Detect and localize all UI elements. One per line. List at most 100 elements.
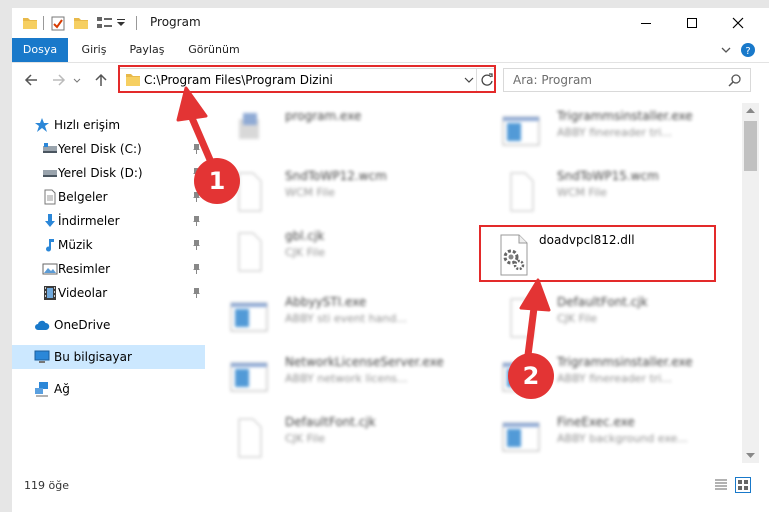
file-type: ABBY background exe...	[557, 432, 688, 445]
sidebar-item-downloads[interactable]: İndirmeler	[12, 209, 205, 233]
app-window-icon	[502, 422, 540, 452]
sidebar-item-label: Bu bilgisayar	[54, 350, 132, 364]
file-type: CJK File	[285, 432, 326, 445]
file-type: CJK File	[557, 312, 598, 325]
file-name: FineExec.exe	[557, 415, 635, 429]
file-item[interactable]: DefaultFont.cjk CJK File	[489, 289, 729, 345]
svg-text:?: ?	[745, 46, 750, 57]
tab-view[interactable]: Görünüm	[184, 38, 244, 62]
details-view-icon[interactable]	[714, 478, 728, 492]
address-bar-highlight	[118, 65, 496, 93]
up-arrow-icon[interactable]	[92, 71, 110, 89]
file-type: ABBY finereader tri...	[557, 372, 672, 385]
navigation-pane: Hızlı erişim Yerel Disk (C:) Yerel Disk …	[12, 103, 207, 463]
chevron-down-icon[interactable]	[72, 71, 82, 89]
sidebar-item-network[interactable]: Ağ	[12, 377, 205, 401]
minimize-button[interactable]	[623, 8, 669, 38]
file-item[interactable]: Trigrammsinstaller.exe ABBY finereader t…	[489, 103, 729, 159]
file-item[interactable]: NetworkLicenseServer.exe ABBY network li…	[217, 349, 457, 405]
sidebar-item-disk-c[interactable]: Yerel Disk (C:)	[12, 137, 205, 161]
blank-file-icon	[510, 298, 534, 338]
forward-arrow-icon[interactable]	[50, 71, 68, 89]
properties-icon[interactable]	[50, 14, 66, 32]
maximize-button[interactable]	[669, 8, 715, 38]
pin-icon[interactable]	[192, 216, 201, 226]
sidebar-item-onedrive[interactable]: OneDrive	[12, 313, 205, 337]
view-options-icon[interactable]	[96, 14, 114, 32]
sidebar-item-label: Belgeler	[58, 190, 108, 204]
file-name: DefaultFont.cjk	[285, 415, 376, 429]
network-icon	[35, 382, 48, 397]
file-item[interactable]: gbl.cjk CJK File	[217, 223, 457, 279]
chevron-down-icon[interactable]	[116, 14, 126, 32]
app-window-icon	[230, 302, 268, 332]
file-item[interactable]: SndToWP12.wcm WCM File	[217, 163, 457, 219]
videos-icon	[44, 286, 56, 300]
drive-icon	[43, 170, 57, 177]
pin-icon[interactable]	[192, 288, 201, 298]
file-name: Trigrammsinstaller.exe	[557, 109, 693, 123]
app-window-icon	[502, 116, 540, 146]
tab-file[interactable]: Dosya	[12, 38, 68, 62]
sidebar-item-label: Ağ	[54, 382, 70, 396]
chevron-down-icon[interactable]	[720, 44, 732, 56]
sidebar-item-label: Resimler	[58, 262, 111, 276]
pin-icon[interactable]	[192, 240, 201, 250]
file-type: ABBY sti event hand...	[285, 312, 407, 325]
search-placeholder: Ara: Program	[513, 73, 592, 87]
file-item[interactable]: SndToWP15.wcm WCM File	[489, 163, 729, 219]
help-icon[interactable]: ?	[740, 42, 756, 58]
sidebar-item-videos[interactable]: Videolar	[12, 281, 205, 305]
sidebar-item-this-pc[interactable]: Bu bilgisayar	[12, 345, 205, 369]
sidebar-item-music[interactable]: Müzik	[12, 233, 205, 257]
sidebar-item-pictures[interactable]: Resimler	[12, 257, 205, 281]
explorer-window: Program Dosya Giriş Paylaş Görünüm ? C:\…	[12, 8, 769, 512]
sidebar-item-label: İndirmeler	[58, 214, 120, 228]
vertical-scrollbar[interactable]	[742, 103, 759, 463]
large-icons-view-icon[interactable]	[735, 477, 751, 493]
file-item[interactable]: AbbyySTI.exe ABBY sti event hand...	[217, 289, 457, 345]
new-folder-icon[interactable]	[73, 14, 89, 32]
downloads-icon	[45, 214, 55, 227]
star-icon	[35, 118, 49, 132]
window-title: Program	[150, 15, 201, 29]
drive-icon	[43, 143, 57, 153]
file-name: gbl.cjk	[285, 229, 325, 243]
file-type: ABBY network licens...	[285, 372, 408, 385]
blank-file-icon	[238, 418, 262, 458]
separator	[43, 16, 44, 30]
pictures-icon	[42, 263, 58, 275]
file-name: NetworkLicenseServer.exe	[285, 355, 444, 369]
tab-home[interactable]: Giriş	[74, 38, 114, 62]
tab-share[interactable]: Paylaş	[124, 38, 170, 62]
close-icon	[732, 17, 744, 29]
sidebar-item-documents[interactable]: Belgeler	[12, 185, 205, 209]
pin-icon[interactable]	[192, 264, 201, 274]
search-icon[interactable]	[728, 73, 742, 87]
documents-icon	[44, 189, 56, 205]
blank-file-icon	[510, 172, 534, 212]
file-item[interactable]: FineExec.exe ABBY background exe...	[489, 409, 729, 463]
sidebar-item-label: OneDrive	[54, 318, 111, 332]
file-type: ABBY finereader tri...	[557, 126, 672, 139]
scroll-down-icon[interactable]	[746, 453, 755, 459]
separator	[136, 16, 137, 30]
file-name: SndToWP12.wcm	[285, 169, 387, 183]
file-item[interactable]: DefaultFont.cjk CJK File	[217, 409, 457, 463]
file-name: Trigrammsinstaller.exe	[557, 355, 693, 369]
scrollbar-thumb[interactable]	[744, 121, 757, 171]
file-item[interactable]: program.exe	[217, 103, 457, 159]
close-button[interactable]	[715, 8, 761, 38]
status-bar: 119 öğe	[12, 473, 769, 498]
scroll-up-icon[interactable]	[746, 107, 755, 113]
pin-icon[interactable]	[192, 144, 201, 154]
file-type: CJK File	[285, 246, 326, 259]
step-badge-1: 1	[194, 158, 240, 204]
back-arrow-icon[interactable]	[22, 71, 40, 89]
sidebar-item-label: Videolar	[58, 286, 108, 300]
ribbon: Dosya Giriş Paylaş Görünüm ?	[12, 38, 769, 63]
sidebar-item-disk-d[interactable]: Yerel Disk (D:)	[12, 161, 205, 185]
sidebar-item-quick-access[interactable]: Hızlı erişim	[12, 113, 205, 137]
search-input[interactable]: Ara: Program	[503, 68, 751, 92]
file-name: AbbyySTI.exe	[285, 295, 367, 309]
